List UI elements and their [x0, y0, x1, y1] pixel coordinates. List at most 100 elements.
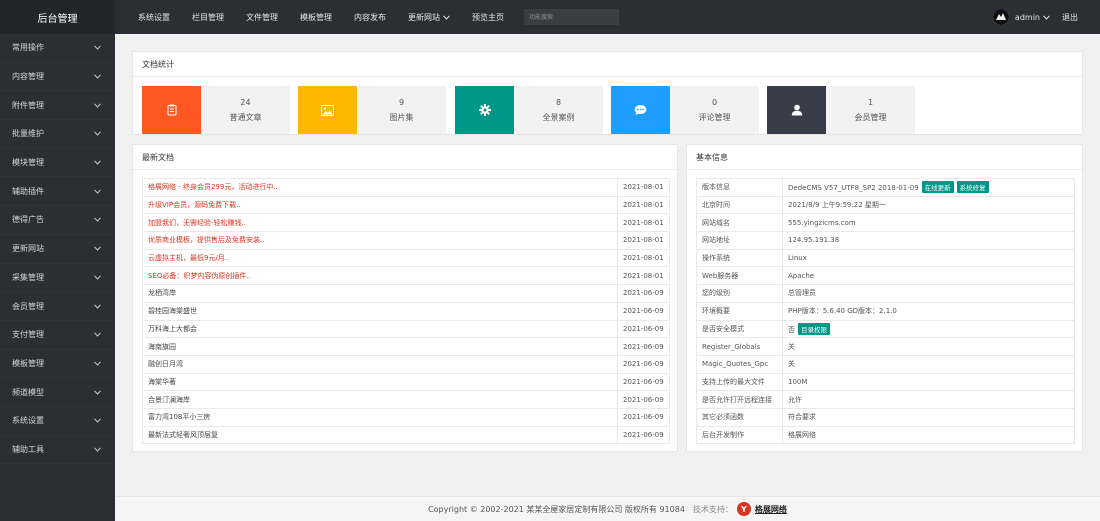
article-title-link[interactable]: 万科海上大都会 [142, 319, 618, 339]
table-row: 海南旗园 2021-06-09 [142, 337, 670, 356]
avatar[interactable] [992, 9, 1009, 25]
sidebar-item[interactable]: 支付管理 [0, 321, 115, 350]
basic-info-card: 基本信息 版本信息 DedeCMS V57_UTF8_SP2 2018-01-0… [686, 144, 1083, 452]
sidebar-item[interactable]: 频道模型 [0, 378, 115, 407]
sidebar-item[interactable]: 模块管理 [0, 149, 115, 178]
info-value-cell: 2021/8/9 上午9:59:22 星期一 [782, 195, 1075, 215]
table-row: 支持上传的最大文件 100M [696, 372, 1075, 392]
stat-label: 会员管理 [854, 112, 887, 122]
article-date: 2021-06-09 [617, 319, 670, 339]
info-key: 版本信息 [696, 178, 783, 197]
article-title-link[interactable]: 最新法式轻奢风顶层复 [142, 425, 618, 445]
sidebar-item[interactable]: 会员管理 [0, 292, 115, 321]
top-nav-item[interactable]: 系统设置 [115, 12, 181, 23]
table-row: 北京时间 2021/8/9 上午9:59:22 星期一 [696, 195, 1075, 215]
article-date: 2021-06-09 [617, 354, 670, 374]
stat-tile[interactable]: 0 评论管理 [611, 86, 759, 134]
search-input[interactable] [524, 9, 619, 25]
info-value-cell: 关 [782, 354, 1075, 374]
sidebar-item[interactable]: 辅助工具 [0, 436, 115, 465]
info-tag-button[interactable]: 在线更新 [921, 181, 954, 194]
table-row: 碧桂园海棠盛世 2021-06-09 [142, 301, 670, 321]
footer-logo-icon: Y [736, 502, 751, 516]
chevron-down-icon [1043, 14, 1050, 20]
sidebar-item[interactable]: 常用操作 [0, 34, 115, 63]
article-title-link[interactable]: 格展网络 - 终身会员299元，活动进行中.. [142, 178, 618, 197]
table-row: 环境概要 PHP版本：5.6.40 GD版本：2.1.0 [696, 301, 1075, 321]
stat-tile[interactable]: 9 图片集 [298, 86, 446, 134]
sidebar-item[interactable]: 内容管理 [0, 63, 115, 92]
info-key: Web服务器 [696, 266, 783, 286]
article-icon [142, 86, 201, 134]
logout-link[interactable]: 退出 [1062, 12, 1078, 23]
table-row: Web服务器 Apache [696, 266, 1075, 286]
info-tag-button[interactable]: 系统修复 [956, 181, 989, 194]
article-title-link[interactable]: 加盟我们，无需经验-轻松赚钱.. [142, 213, 618, 233]
info-value-cell: 符合要求 [782, 407, 1075, 427]
info-value-cell: 总管理员 [782, 284, 1075, 303]
footer-logo-link[interactable]: 格展网络 [755, 504, 787, 515]
chevron-down-icon [94, 215, 103, 224]
article-date: 2021-06-09 [617, 390, 670, 409]
top-nav-item[interactable]: 模板管理 [289, 12, 343, 23]
info-value-cell: 否目录权限 [782, 319, 1075, 339]
basic-info-table: 版本信息 DedeCMS V57_UTF8_SP2 2018-01-09 在线更新… [696, 178, 1075, 445]
article-title-link[interactable]: 云虚拟主机，最低9元/月.. [142, 248, 618, 268]
article-title-link[interactable]: 富力湾108平小三房 [142, 407, 618, 427]
sidebar-item[interactable]: 附件管理 [0, 91, 115, 121]
chevron-down-icon [94, 101, 103, 110]
sidebar-item-label: 辅助工具 [12, 444, 44, 454]
sidebar-item[interactable]: 辅助插件 [0, 177, 115, 207]
top-nav-item[interactable]: 文件管理 [235, 12, 289, 23]
table-row: 后台开发制作 格展网络 [696, 425, 1075, 445]
info-key: 网站域名 [696, 213, 783, 233]
info-value-cell: Apache [782, 266, 1075, 286]
sidebar-item[interactable]: 更新网站 [0, 235, 115, 264]
article-title-link[interactable]: 合景汀澜海岸 [142, 390, 618, 409]
article-title-link[interactable]: SEO必备：织梦内容伪原创插件.. [142, 266, 618, 286]
top-nav-item[interactable]: 内容发布 [343, 12, 397, 23]
stat-label: 评论管理 [698, 112, 731, 122]
info-value: Linux [788, 254, 807, 263]
article-title-link[interactable]: 优质商业模板，提供售后及免费安装.. [142, 231, 618, 250]
sidebar-item-label: 模块管理 [12, 158, 44, 168]
sidebar-item[interactable]: 模板管理 [0, 350, 115, 379]
stat-tile[interactable]: 1 会员管理 [767, 86, 915, 134]
article-title-link[interactable]: 龙栖湾岸 [142, 284, 618, 303]
sidebar: 后台管理 常用操作 内容管理 附件管理 批量维护 模块管理 辅助插件 德得广告 … [0, 0, 115, 521]
chevron-down-icon [94, 445, 103, 454]
table-row: Magic_Quotes_Gpc 关 [696, 354, 1075, 374]
article-title-link[interactable]: 升级VIP会员，源码免费下载.. [142, 195, 618, 215]
info-key: 支持上传的最大文件 [696, 372, 783, 392]
stat-tile[interactable]: 24 普通文章 [142, 86, 290, 134]
article-date: 2021-06-09 [617, 372, 670, 392]
top-nav-item[interactable]: 栏目管理 [181, 12, 235, 23]
sidebar-item[interactable]: 德得广告 [0, 206, 115, 235]
article-date: 2021-08-01 [617, 231, 670, 250]
sidebar-item-label: 批量维护 [12, 129, 44, 139]
user-menu[interactable]: admin [1015, 13, 1050, 22]
article-title-link[interactable]: 海南旗园 [142, 337, 618, 356]
info-value-cell: 格展网络 [782, 425, 1075, 445]
info-value: 符合要求 [788, 413, 816, 422]
table-row: 优质商业模板，提供售后及免费安装.. 2021-08-01 [142, 231, 670, 250]
table-row: 最新法式轻奢风顶层复 2021-06-09 [142, 425, 670, 445]
info-tag-button[interactable]: 目录权限 [798, 322, 830, 335]
info-key: 操作系统 [696, 248, 783, 268]
table-row: 是否允许打开远程连接 允许 [696, 390, 1075, 409]
info-key: 是否允许打开远程连接 [696, 390, 783, 409]
top-nav-item[interactable]: 更新网站 [397, 12, 461, 23]
stat-label: 全景案例 [542, 112, 575, 122]
table-row: 龙栖湾岸 2021-06-09 [142, 284, 670, 303]
sidebar-item[interactable]: 批量维护 [0, 120, 115, 149]
sidebar-item[interactable]: 系统设置 [0, 407, 115, 436]
info-value-cell: 关 [782, 337, 1075, 356]
latest-articles-title: 最新文档 [133, 145, 677, 170]
article-title-link[interactable]: 融创日月湾 [142, 354, 618, 374]
top-nav-item[interactable]: 预览主页 [461, 12, 515, 23]
sidebar-item[interactable]: 采集管理 [0, 264, 115, 293]
article-title-link[interactable]: 海棠华著 [142, 372, 618, 392]
stat-tile[interactable]: 8 全景案例 [455, 86, 603, 134]
article-title-link[interactable]: 碧桂园海棠盛世 [142, 301, 618, 321]
table-row: 其它必须函数 符合要求 [696, 407, 1075, 427]
